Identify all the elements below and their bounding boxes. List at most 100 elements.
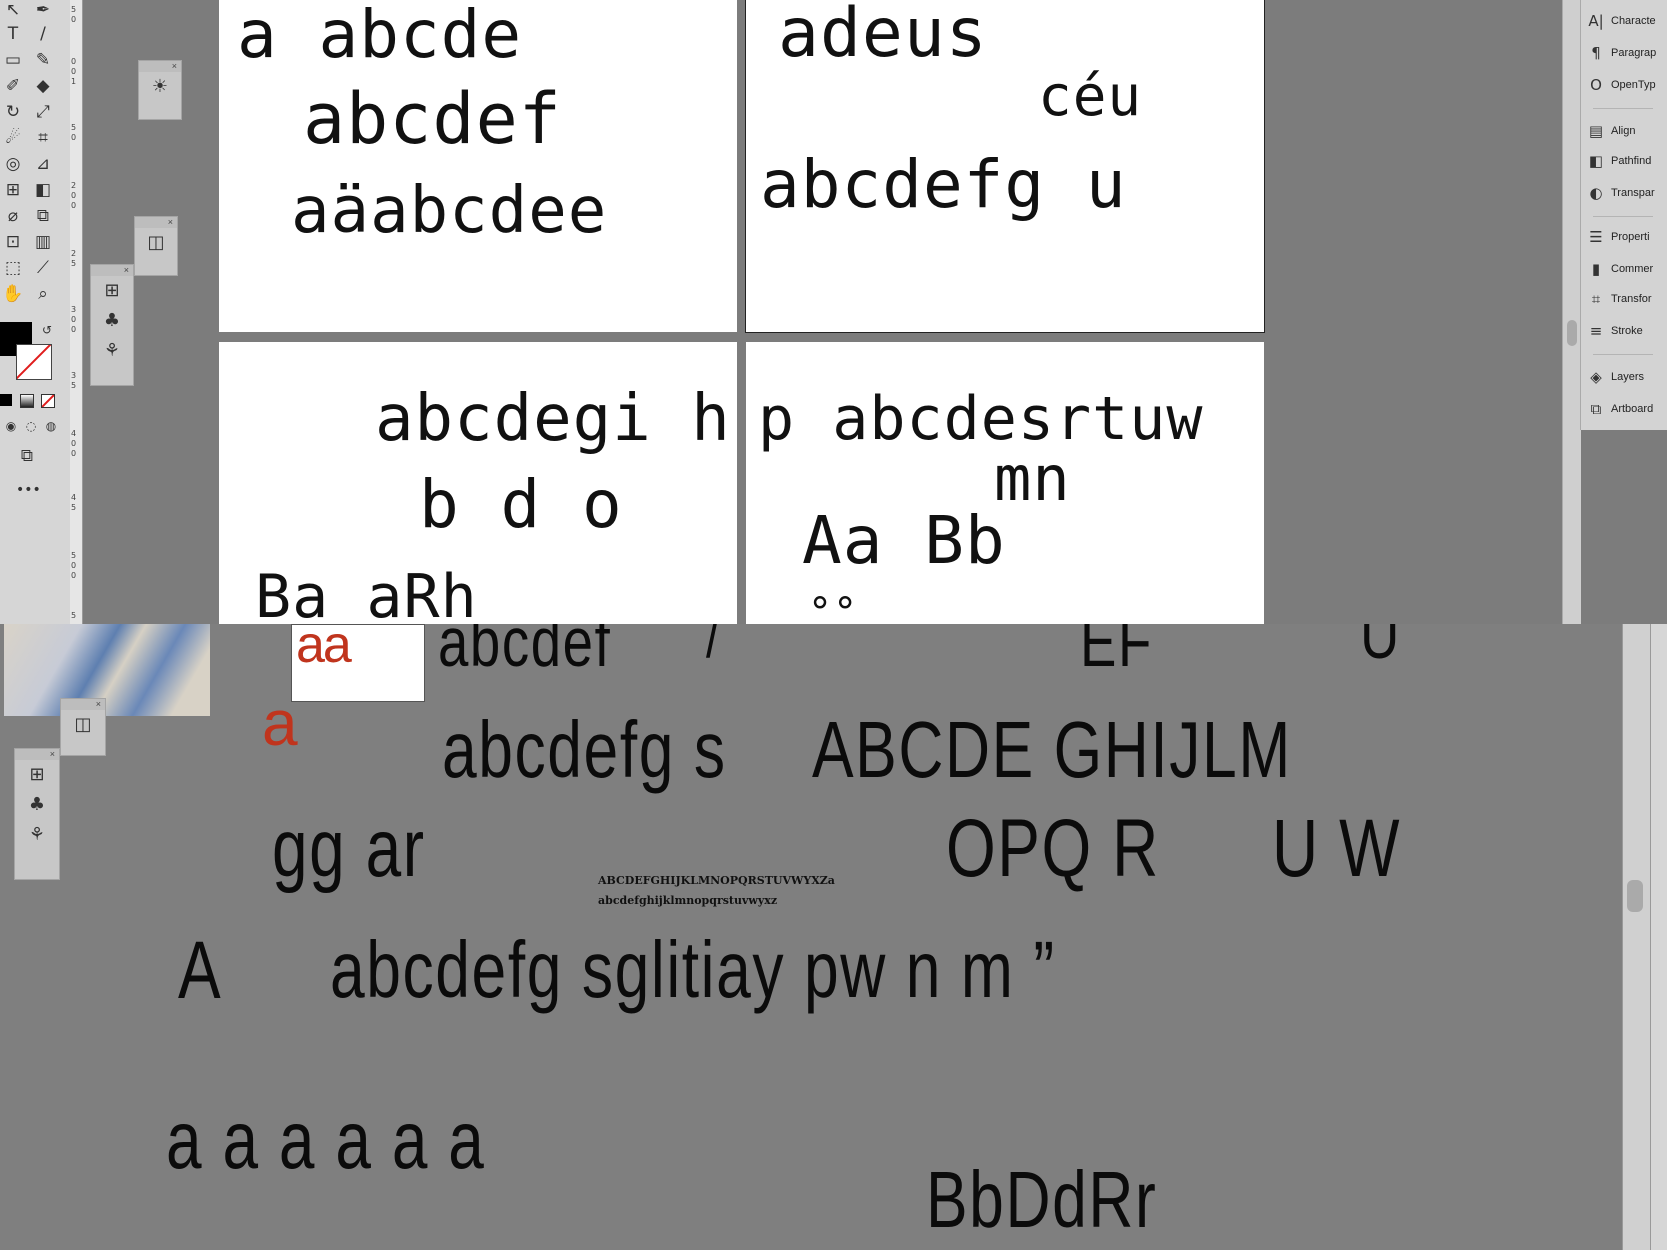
eyedropper-icon[interactable]: ⌀ bbox=[2, 206, 24, 226]
draw-behind-icon[interactable]: ◌ bbox=[20, 416, 42, 436]
reference-alphabet-uppercase: ABCDEFGHIJKLMNOPQRSTUVWYXZa bbox=[598, 874, 835, 887]
red-letter-text: aa bbox=[296, 624, 352, 674]
artboard-1[interactable]: a abcde abcdef aäabcdee bbox=[219, 0, 737, 332]
panel-scroll-gutter[interactable] bbox=[1622, 624, 1651, 1250]
warp-icon[interactable]: ☄ bbox=[2, 128, 24, 148]
panel-close-icon[interactable]: × bbox=[15, 749, 59, 760]
tools-panel: ↖ ✒ T / ▭ ✎ ✐ ◆ ↻ ⤢ ☄ ⌗ ◎ ⊿ ⊞ ◧ ⌀ ⧉ ⊡ ▥ … bbox=[0, 0, 71, 624]
panel-opentype[interactable]: O OpenTyp bbox=[1581, 70, 1667, 100]
eraser-icon[interactable]: ◆ bbox=[32, 76, 54, 96]
specimen-text: abcdefg sglitiay pw n m ” bbox=[330, 925, 1056, 1014]
symbol-sprayer-icon[interactable]: ⊡ bbox=[2, 232, 24, 252]
swap-colors-icon[interactable]: ↺ bbox=[36, 320, 58, 340]
hand-icon[interactable]: ✋ bbox=[2, 284, 24, 304]
scale-icon[interactable]: ⤢ bbox=[32, 102, 54, 122]
panel-scroll-gutter[interactable] bbox=[1562, 0, 1581, 624]
right-panels-collapsed[interactable] bbox=[1650, 624, 1667, 1250]
paragraph-icon: ¶ bbox=[1591, 44, 1601, 62]
free-transform-icon[interactable]: ⌗ bbox=[32, 128, 54, 148]
more-tools-icon[interactable]: ••• bbox=[16, 480, 41, 500]
draw-normal-icon[interactable]: ◉ bbox=[0, 416, 22, 436]
panel-stroke[interactable]: ≡ Stroke bbox=[1581, 316, 1667, 346]
specimen-text: EF bbox=[1080, 624, 1153, 681]
artboard-tool-icon[interactable]: ⬚ bbox=[2, 258, 24, 278]
slice-icon[interactable]: ⟋ bbox=[32, 258, 54, 278]
brush-libraries-icon[interactable]: ⚘ bbox=[15, 820, 59, 850]
properties-icon: ☰ bbox=[1589, 228, 1603, 246]
specimen-text: U bbox=[1360, 624, 1401, 673]
stroke-swatch[interactable] bbox=[16, 344, 52, 380]
gradient-panel[interactable]: × ◫ bbox=[60, 698, 106, 756]
panel-transform[interactable]: ⌗ Transfor bbox=[1581, 284, 1667, 314]
club-icon[interactable]: ♣ bbox=[15, 790, 59, 820]
red-letter-box[interactable]: aa bbox=[291, 624, 425, 702]
panel-close-icon[interactable]: × bbox=[61, 699, 105, 710]
artboard-2[interactable]: adeus céu abcdefg u bbox=[745, 0, 1265, 333]
panel-close-icon[interactable]: × bbox=[91, 265, 133, 276]
red-letter-a: a bbox=[262, 687, 298, 759]
club-icon[interactable]: ♣ bbox=[91, 306, 133, 336]
artboard-text: a abcde bbox=[237, 0, 523, 73]
draw-inside-icon[interactable]: ◍ bbox=[40, 416, 62, 436]
artboards-icon: ⧉ bbox=[1590, 400, 1602, 418]
artboard-text: abcdefg u bbox=[760, 146, 1127, 223]
panel-align[interactable]: ▤ Align bbox=[1581, 116, 1667, 146]
scrollbar-thumb[interactable] bbox=[1627, 880, 1643, 912]
rotate-icon[interactable]: ↻ bbox=[2, 102, 24, 122]
artboard-3[interactable]: abcdegi h b d o Ba aRh bbox=[219, 342, 737, 624]
brightness-panel[interactable]: × ☀ bbox=[138, 60, 182, 120]
swatches-icon[interactable]: ⊞ bbox=[91, 276, 133, 306]
specimen-text: abcdef bbox=[438, 624, 612, 681]
panel-properties[interactable]: ☰ Properti bbox=[1581, 222, 1667, 252]
opentype-icon: O bbox=[1590, 76, 1602, 94]
artboard-text: °° bbox=[808, 590, 859, 624]
screen-mode-icon[interactable]: ⧉ bbox=[16, 446, 38, 466]
panel-character[interactable]: A| Characte bbox=[1581, 6, 1667, 36]
specimen-text: abcdefg s bbox=[442, 705, 727, 794]
perspective-icon[interactable]: ⊿ bbox=[32, 154, 54, 174]
panel-close-icon[interactable]: × bbox=[135, 217, 177, 228]
panel-transparency[interactable]: ◐ Transpar bbox=[1581, 178, 1667, 208]
blend-icon[interactable]: ⧉ bbox=[32, 206, 54, 226]
graph-icon[interactable]: ▥ bbox=[32, 232, 54, 252]
panel-layers[interactable]: ◈ Layers bbox=[1581, 362, 1667, 392]
shape-builder-icon[interactable]: ◎ bbox=[2, 154, 24, 174]
mesh-icon[interactable]: ⊞ bbox=[2, 180, 24, 200]
artboard-text: p abcdesrtuw bbox=[758, 384, 1204, 454]
bottom-screenshot: × ◫ × ⊞ ♣ ⚘ aa a abcdef / EF U abcdefg s… bbox=[0, 624, 1667, 1250]
specimen-text: OPQ R bbox=[946, 803, 1160, 894]
panel-pathfinder[interactable]: ◧ Pathfind bbox=[1581, 146, 1667, 176]
layers-icon: ◈ bbox=[1590, 368, 1602, 386]
artboard-4[interactable]: p abcdesrtuw mn Aa Bb °° bbox=[746, 342, 1264, 624]
panel-close-icon[interactable]: × bbox=[139, 61, 181, 72]
paintbrush-icon[interactable]: ✎ bbox=[32, 50, 54, 70]
swatches-icon[interactable]: ⊞ bbox=[15, 760, 59, 790]
type-tool-icon[interactable]: T bbox=[2, 24, 24, 44]
shaper-icon[interactable]: ✐ bbox=[2, 76, 24, 96]
right-panels: A| Characte ¶ Paragrap O OpenTyp ▤ Align ◧ Pa… bbox=[1580, 0, 1667, 430]
scrollbar-thumb[interactable] bbox=[1567, 320, 1577, 346]
gradient-panel[interactable]: × ◫ bbox=[134, 216, 178, 276]
gradient-mode-icon[interactable] bbox=[20, 394, 34, 408]
specimen-text: a a a a a a bbox=[166, 1095, 486, 1186]
symbols-panel[interactable]: × ⊞ ♣ ⚘ bbox=[90, 264, 134, 386]
panel-comments[interactable]: ▮ Commer bbox=[1581, 254, 1667, 284]
direct-select-icon[interactable]: ↖ bbox=[2, 0, 24, 20]
transparency-icon: ◐ bbox=[1589, 184, 1603, 202]
none-mode-icon[interactable] bbox=[41, 394, 55, 408]
reference-image[interactable] bbox=[4, 624, 210, 716]
pen-icon[interactable]: ✒ bbox=[32, 0, 54, 20]
zoom-icon[interactable]: ⌕ bbox=[32, 284, 54, 304]
gradient-icon[interactable]: ◧ bbox=[32, 180, 54, 200]
sun-icon: ☀ bbox=[151, 76, 169, 97]
top-screenshot: ↖ ✒ T / ▭ ✎ ✐ ◆ ↻ ⤢ ☄ ⌗ ◎ ⊿ ⊞ ◧ ⌀ ⧉ ⊡ ▥ … bbox=[0, 0, 1667, 624]
panel-artboards[interactable]: ⧉ Artboard bbox=[1581, 394, 1667, 424]
color-mode-icon[interactable] bbox=[0, 394, 12, 406]
line-tool-icon[interactable]: / bbox=[32, 24, 54, 44]
symbols-panel[interactable]: × ⊞ ♣ ⚘ bbox=[14, 748, 60, 880]
artboard-text: abcdef bbox=[303, 78, 562, 160]
rectangle-tool-icon[interactable]: ▭ bbox=[2, 50, 24, 70]
panel-paragraph[interactable]: ¶ Paragrap bbox=[1581, 38, 1667, 68]
artboard-text: abcdegi h bbox=[375, 382, 731, 456]
brush-libraries-icon[interactable]: ⚘ bbox=[91, 336, 133, 366]
